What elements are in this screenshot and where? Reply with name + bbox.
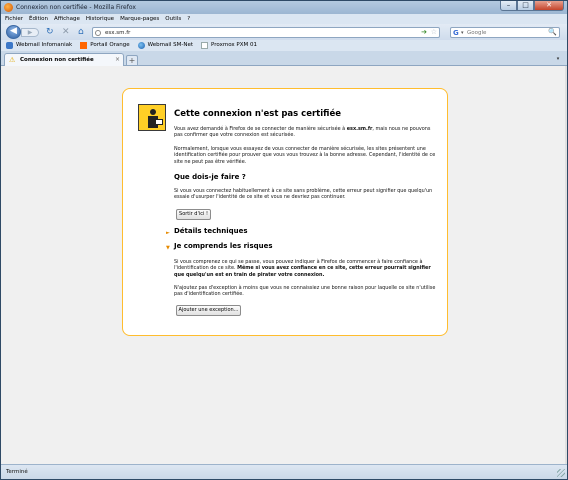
bookmark-webmail-sm-net[interactable]: Webmail SM-Net [137,40,194,51]
menu-fichier[interactable]: Fichier [5,14,23,24]
what-to-do-paragraph: Si vous vous connectez habituellement à … [174,188,433,201]
orange-icon [80,42,88,49]
page-icon [201,42,209,49]
window-title: Connexion non certifiée - Mozilla Firefo… [16,4,136,11]
go-icon[interactable]: ➔ [421,28,427,37]
menu-aide[interactable]: ? [187,14,190,24]
menu-historique[interactable]: Historique [86,14,114,24]
page-icon [6,42,13,49]
bookmark-portail-orange[interactable]: Portail Orange [80,40,130,51]
host-name: esx.sm.fr [346,126,373,132]
risks-paragraph: Si vous comprenez ce qui se passe, vous … [174,259,431,278]
bookmark-label: Portail Orange [90,42,130,48]
title-bar[interactable]: Connexion non certifiée - Mozilla Firefo… [1,1,567,14]
close-tab-icon[interactable]: × [115,56,120,63]
bookmark-label: Proxmox PXM 01 [211,42,257,48]
search-icon[interactable]: 🔍 [548,28,557,37]
status-text: Terminé [6,469,28,475]
menu-marque-pages[interactable]: Marque-pages [120,14,159,24]
google-icon[interactable]: G [453,29,459,37]
new-tab-button[interactable]: + [126,55,138,65]
bookmarks-toolbar: Webmail Infomaniak Portail Orange Webmai… [1,40,567,51]
certificate-error-icon [138,104,166,131]
tab-connexion-non-certifiee[interactable]: ⚠ Connexion non certifiée × [4,53,124,66]
back-button[interactable]: ◀ [6,25,21,39]
error-intro-paragraph: Vous avez demandé à Firefox de se connec… [174,126,431,139]
error-page-container: Cette connexion n'est pas certifiée Vous… [122,88,448,336]
get-me-out-button[interactable]: Sortir d'ici ! [176,209,211,220]
vertical-scrollbar[interactable] [565,66,567,464]
technical-details-heading[interactable]: Détails techniques [174,227,248,235]
bookmark-proxmox[interactable]: Proxmox PXM 01 [201,40,257,51]
forward-button[interactable]: ▶ [21,28,39,37]
error-title: Cette connexion n'est pas certifiée [174,109,341,119]
page-content: Cette connexion n'est pas certifiée Vous… [1,66,567,464]
expand-arrow-icon[interactable]: ► [166,230,170,236]
risks-advice-paragraph: N'ajoutez pas d'exception à moins que vo… [174,285,436,298]
browser-window: Connexion non certifiée - Mozilla Firefo… [0,0,568,480]
warning-icon: ⚠ [9,56,16,64]
menu-bar: Fichier Édition Affichage Historique Mar… [1,14,567,24]
bookmark-star-icon[interactable]: ☆ [431,28,437,37]
site-identity-icon[interactable] [95,30,101,36]
reload-icon[interactable]: ↻ [46,27,54,37]
menu-outils[interactable]: Outils [165,14,181,24]
menu-affichage[interactable]: Affichage [54,14,80,24]
bookmark-webmail-infomaniak[interactable]: Webmail Infomaniak [6,40,72,51]
what-to-do-heading: Que dois-je faire ? [174,173,246,181]
maximize-button[interactable]: □ [517,1,534,11]
address-bar[interactable]: esx.sm.fr ➔ ☆ [92,27,440,38]
globe-icon [137,42,145,49]
navigation-toolbar: ◀ ▶ ↻ ✕ ⌂ esx.sm.fr ➔ ☆ G ▾ 🔍 [1,24,567,40]
tab-label: Connexion non certifiée [20,57,94,63]
status-bar: Terminé [1,464,567,479]
menu-edition[interactable]: Édition [29,14,48,24]
tab-list-button[interactable]: ▾ [553,55,563,64]
tab-strip: ⚠ Connexion non certifiée × + ▾ [1,51,567,66]
close-button[interactable]: ✕ [534,1,564,11]
collapse-arrow-icon[interactable]: ▼ [166,245,170,251]
understand-risks-heading[interactable]: Je comprends les risques [174,242,273,250]
search-input[interactable] [467,29,549,37]
bookmark-label: Webmail Infomaniak [16,42,73,48]
bookmark-label: Webmail SM-Net [147,42,194,48]
home-icon[interactable]: ⌂ [78,27,84,37]
stop-icon[interactable]: ✕ [62,27,70,37]
firefox-icon [4,3,13,12]
search-bar[interactable]: G ▾ 🔍 [450,27,560,38]
resize-grip-icon[interactable] [557,469,565,477]
url-text[interactable]: esx.sm.fr [105,29,130,37]
window-controls: – □ ✕ [500,1,564,12]
minimize-button[interactable]: – [500,1,517,11]
add-exception-button[interactable]: Ajouter une exception... [176,305,241,316]
error-explanation-paragraph: Normalement, lorsque vous essayez de vou… [174,146,436,165]
chevron-down-icon[interactable]: ▾ [461,29,464,37]
